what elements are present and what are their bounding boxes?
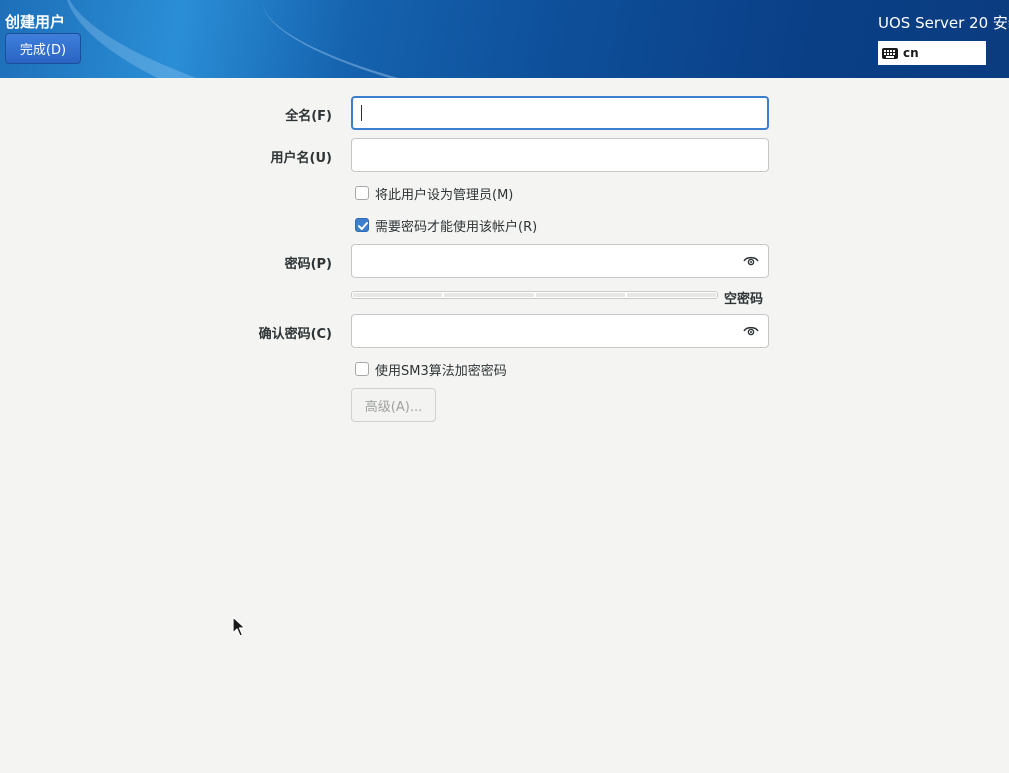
password-label: 密码(P) — [284, 257, 332, 272]
admin-checkbox-label: 将此用户设为管理员(M) — [375, 187, 514, 203]
keyboard-layout-label: cn — [903, 46, 919, 60]
eye-icon[interactable] — [743, 255, 759, 267]
done-button[interactable]: 完成(D) — [5, 33, 81, 64]
checkmark-icon — [358, 222, 368, 230]
password-input[interactable] — [351, 244, 769, 278]
username-label: 用户名(U) — [270, 151, 332, 166]
advanced-button[interactable]: 高级(A)... — [351, 388, 436, 422]
sm3-checkbox-label: 使用SM3算法加密密码 — [375, 363, 507, 379]
mouse-pointer-icon — [232, 616, 246, 637]
require-password-checkbox-row[interactable]: 需要密码才能使用该帐户(R) — [355, 216, 538, 235]
admin-checkbox[interactable] — [355, 186, 369, 200]
text-caret — [361, 105, 362, 121]
username-input[interactable] — [351, 138, 769, 172]
confirm-password-label: 确认密码(C) — [258, 327, 332, 342]
eye-icon[interactable] — [743, 325, 759, 337]
require-password-checkbox-label: 需要密码才能使用该帐户(R) — [375, 219, 538, 235]
strength-segment — [353, 293, 443, 297]
page-title: 创建用户 — [5, 13, 66, 31]
require-password-checkbox[interactable] — [355, 218, 369, 232]
sm3-checkbox[interactable] — [355, 362, 369, 376]
keyboard-layout-indicator[interactable]: cn — [878, 41, 986, 65]
header-banner: 创建用户 完成(D) UOS Server 20 安装 cn — [0, 0, 1009, 78]
strength-segment — [444, 293, 534, 297]
keyboard-icon — [882, 47, 898, 59]
product-title: UOS Server 20 安装 — [878, 14, 1009, 32]
strength-segment — [626, 293, 716, 297]
strength-segment — [535, 293, 625, 297]
password-strength-label: 空密码 — [724, 292, 764, 307]
fullname-label: 全名(F) — [285, 109, 332, 124]
confirm-password-input[interactable] — [351, 314, 769, 348]
sm3-checkbox-row[interactable]: 使用SM3算法加密密码 — [355, 360, 507, 379]
admin-checkbox-row[interactable]: 将此用户设为管理员(M) — [355, 184, 514, 203]
password-strength-meter — [351, 291, 718, 299]
fullname-input[interactable] — [351, 96, 769, 130]
